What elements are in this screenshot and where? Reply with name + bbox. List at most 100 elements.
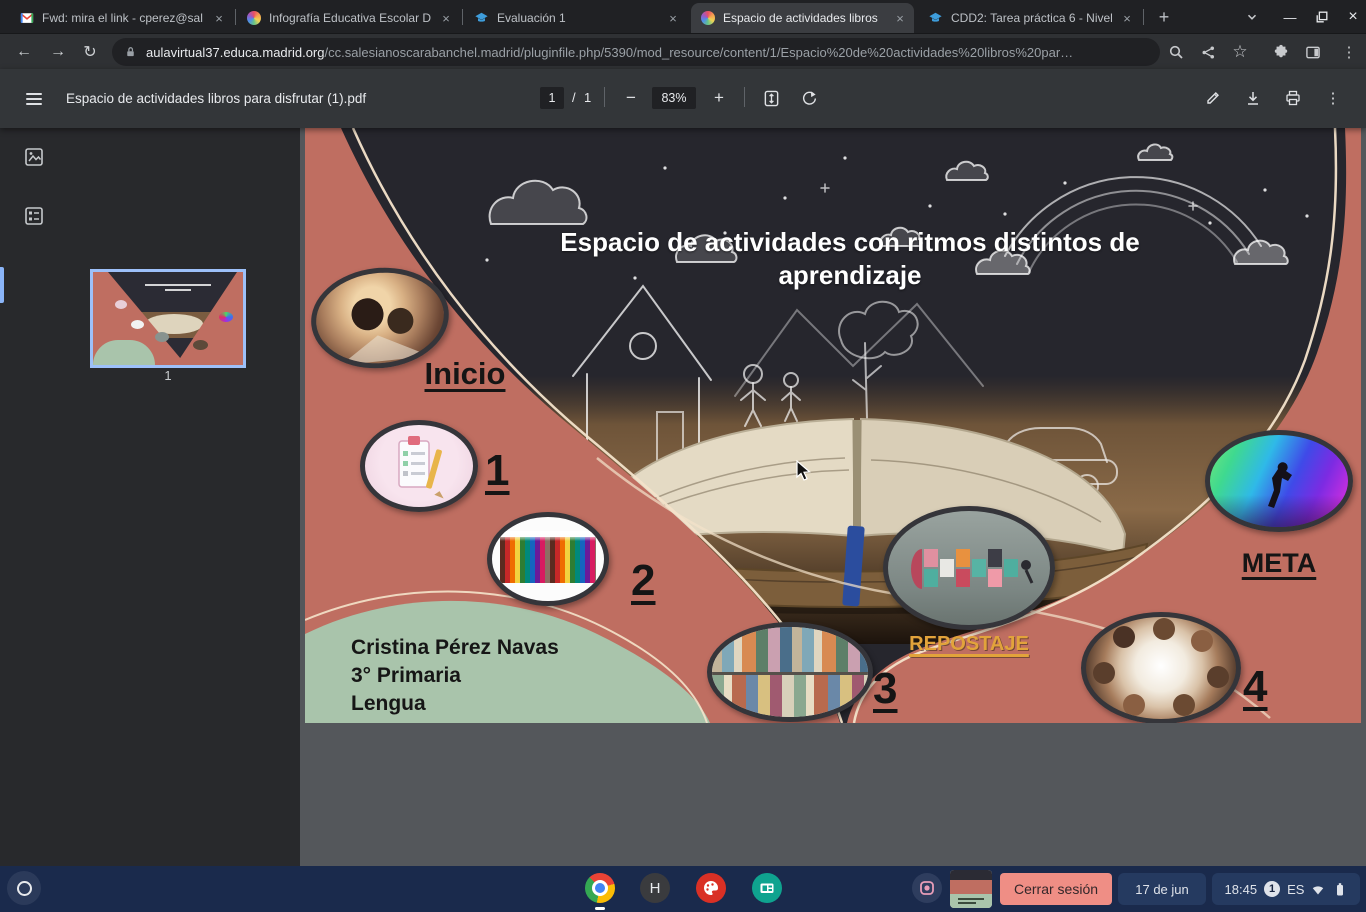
print-icon[interactable] <box>1280 85 1306 111</box>
tab-separator <box>1143 9 1144 25</box>
pdf-page: Espacio de actividades con ritmos distin… <box>305 128 1361 723</box>
tab-evaluacion[interactable]: Evaluación 1 × <box>464 3 687 33</box>
notification-thumbnail[interactable] <box>950 870 992 908</box>
notif-thumb-line <box>958 898 984 900</box>
battery-icon <box>1337 882 1344 895</box>
author-grade: 3° Primaria <box>351 664 461 687</box>
gmail-icon <box>20 13 34 23</box>
activity-2-circle[interactable] <box>487 512 609 606</box>
tab-close-icon[interactable]: × <box>892 10 908 26</box>
books-row-top <box>712 627 868 672</box>
side-panel-icon[interactable] <box>1301 40 1325 64</box>
fit-to-page-icon[interactable] <box>758 85 784 111</box>
chromeos-shelf: H Cerrar sesión 17 de jun 18:45 1 ES <box>0 866 1366 912</box>
toolbar-divider <box>604 87 605 107</box>
url-domain: aulavirtual37.educa.madrid.org <box>146 44 325 60</box>
new-tab-button[interactable]: + <box>1152 5 1176 29</box>
graduation-cap-icon <box>929 12 942 22</box>
thumb-dot <box>193 340 208 350</box>
minimize-button[interactable]: — <box>1278 5 1302 29</box>
tab-title: Infografía Educativa Escolar D <box>269 11 432 25</box>
page-separator: / <box>572 90 576 105</box>
bookmark-star-icon[interactable]: ☆ <box>1228 40 1252 64</box>
tab-infografia[interactable]: Infografía Educativa Escolar D × <box>237 3 460 33</box>
status-tray[interactable]: 18:45 1 ES <box>1212 873 1360 905</box>
page-thumbnail[interactable] <box>90 269 246 368</box>
share-icon[interactable] <box>1196 40 1220 64</box>
date-pill[interactable]: 17 de jun <box>1118 873 1206 905</box>
zoom-search-icon[interactable] <box>1164 40 1188 64</box>
step-4-label[interactable]: 4 <box>1243 662 1267 712</box>
rotate-page-icon[interactable] <box>796 85 822 111</box>
tab-close-icon[interactable]: × <box>1119 10 1135 26</box>
activity-1-circle[interactable] <box>360 420 478 512</box>
browser-menu-dots-icon[interactable]: ⋮ <box>1337 40 1361 64</box>
logout-button[interactable]: Cerrar sesión <box>1000 873 1112 905</box>
pdf-sidebar: 1 <box>0 128 300 866</box>
repostaje-circle[interactable] <box>883 506 1055 630</box>
step-3-label[interactable]: 3 <box>873 664 897 714</box>
activity-3-circle[interactable] <box>707 622 873 722</box>
page-total: 1 <box>584 90 592 105</box>
repostaje-label[interactable]: REPOSTAJE <box>883 633 1055 656</box>
notif-thumb-sky <box>950 870 992 880</box>
art-palette-app-icon[interactable] <box>696 873 726 903</box>
tab-title: Espacio de actividades libros <box>723 11 878 25</box>
restore-button[interactable] <box>1310 5 1334 29</box>
reload-button[interactable]: ↻ <box>78 40 102 64</box>
tab-cdd2[interactable]: CDD2: Tarea práctica 6 - Nivel × <box>918 3 1141 33</box>
extensions-puzzle-icon[interactable] <box>1269 40 1293 64</box>
back-button[interactable]: ← <box>12 40 36 64</box>
meta-circle[interactable] <box>1205 430 1353 532</box>
thumb-title-line <box>165 289 191 291</box>
address-bar[interactable]: aulavirtual37.educa.madrid.org/cc.salesi… <box>112 38 1160 66</box>
screen-capture-icon[interactable] <box>912 873 942 903</box>
pdf-menu-dots-icon[interactable]: ⋮ <box>1320 85 1346 111</box>
teal-card-app-icon[interactable] <box>752 873 782 903</box>
tab-close-icon[interactable]: × <box>438 10 454 26</box>
download-icon[interactable] <box>1240 85 1266 111</box>
forward-button[interactable]: → <box>46 40 70 64</box>
zoom-level-input[interactable]: 83% <box>652 87 696 109</box>
activity-4-circle[interactable] <box>1081 612 1241 723</box>
thumbnails-pane-icon[interactable] <box>20 143 48 171</box>
notification-count-badge: 1 <box>1264 881 1281 897</box>
window-close-button[interactable]: × <box>1341 5 1365 29</box>
step-1-label[interactable]: 1 <box>485 446 509 496</box>
page-number-input[interactable]: 1 <box>540 87 564 109</box>
tab-gmail[interactable]: Fwd: mira el link - cperez@sal × <box>10 3 233 33</box>
tab-separator <box>462 9 463 25</box>
pdf-document-title: Espacio de actividades libros para disfr… <box>66 91 367 106</box>
author-name: Cristina Pérez Navas <box>351 636 559 659</box>
chrome-active-indicator <box>595 907 605 910</box>
tab-title: CDD2: Tarea práctica 6 - Nivel <box>951 11 1113 25</box>
chrome-app-icon[interactable] <box>585 873 615 903</box>
outline-pane-icon[interactable] <box>20 202 48 230</box>
tab-close-icon[interactable]: × <box>665 10 681 26</box>
thumb-dot <box>155 332 169 342</box>
pencils-graphic <box>500 537 596 583</box>
thumb-dot <box>115 300 127 309</box>
clock: 18:45 <box>1224 881 1258 897</box>
chromeos-screen: Fwd: mira el link - cperez@sal × Infogra… <box>0 0 1366 912</box>
lock-icon <box>127 47 134 57</box>
pdf-menu-hamburger-icon[interactable] <box>22 87 46 111</box>
app-h-icon[interactable]: H <box>640 873 670 903</box>
tab-search-chevron-icon[interactable] <box>1240 5 1264 29</box>
meta-label[interactable]: META <box>1205 548 1353 579</box>
toolbar-divider <box>744 87 745 107</box>
pdf-toolbar: Espacio de actividades libros para disfr… <box>0 69 1366 128</box>
url-path: /cc.salesianoscarabanchel.madrid/pluginf… <box>324 44 1074 60</box>
launcher-button[interactable] <box>7 871 41 905</box>
tab-espacio-actividades-active[interactable]: Espacio de actividades libros × <box>691 3 914 33</box>
zoom-out-button[interactable]: − <box>618 85 644 111</box>
annotate-pencil-icon[interactable] <box>1200 85 1226 111</box>
tab-close-icon[interactable]: × <box>211 10 227 26</box>
step-2-label[interactable]: 2 <box>631 556 655 606</box>
notif-thumb-green <box>950 894 992 908</box>
genially-icon <box>701 11 715 25</box>
graduation-cap-icon <box>475 12 488 22</box>
thumbnail-page-number: 1 <box>164 368 172 383</box>
zoom-in-button[interactable]: + <box>706 85 732 111</box>
inicio-label[interactable]: Inicio <box>405 356 525 392</box>
